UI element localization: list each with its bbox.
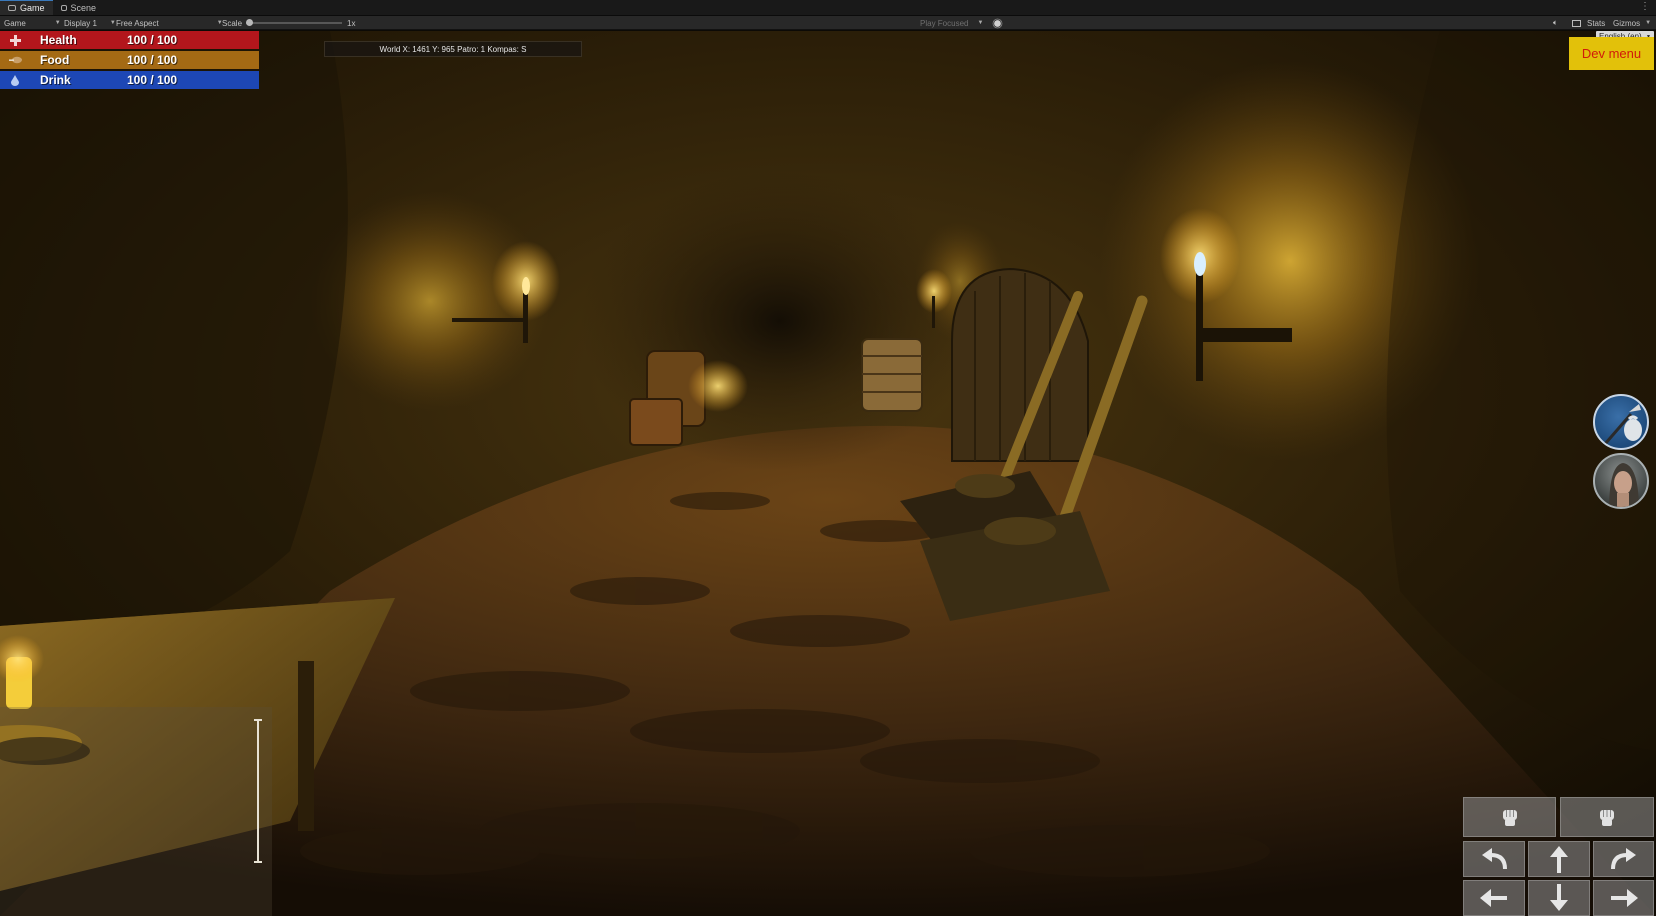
tab-game[interactable]: Game [0,0,53,15]
mode-dropdown[interactable]: Game ▼ [4,16,61,30]
scale-label: Scale [222,18,243,28]
more-options-icon[interactable]: ⋮ [1634,0,1656,15]
gizmos-dropdown[interactable]: Gizmos ▼ [1613,16,1651,30]
zoom-slider[interactable] [254,719,262,863]
scale-slider[interactable] [246,22,342,24]
turn-left-icon [1482,848,1507,870]
aspect-label: Free Aspect [116,18,159,28]
stats-button[interactable]: Stats [1587,16,1605,30]
mode-label: Game [4,18,26,28]
scale-slider-handle[interactable] [246,19,253,26]
drink-bar: Drink 100 / 100 [0,71,259,89]
fist-right-icon [1600,810,1614,826]
world-coordinates: World X: 1461 Y: 965 Patro: 1 Kompas: S [324,41,582,57]
drink-value: 100 / 100 [127,73,178,87]
frame-debugger-button[interactable] [1572,16,1581,30]
speaker-icon: 🔈︎ [1553,18,1558,27]
display-label: Display 1 [64,18,97,28]
plus-cross-icon [0,34,30,46]
health-label: Health [40,33,77,47]
game-viewport[interactable]: Health 100 / 100 Food 100 / 100 Drink 10… [0,31,1656,916]
strafe-right-button[interactable] [1593,880,1654,916]
left-hand-button[interactable] [1463,797,1556,837]
lighting-toggle[interactable] [993,16,1002,30]
sun-icon [994,19,1001,27]
play-mode-label: Play Focused [920,18,969,28]
move-back-button[interactable] [1528,880,1590,916]
chevron-down-icon: ▼ [54,20,61,26]
health-value: 100 / 100 [127,33,178,47]
right-hand-button[interactable] [1560,797,1654,837]
strafe-left-button[interactable] [1463,880,1525,916]
editor-tab-bar: Game Scene ⋮ [0,0,1656,16]
arrow-right-icon [1610,889,1638,907]
gizmos-label: Gizmos [1613,18,1641,28]
player-stats: Health 100 / 100 Food 100 / 100 Drink 10… [0,31,259,91]
food-bar: Food 100 / 100 [0,51,259,69]
mute-audio-button[interactable]: 🔈︎ [1553,16,1558,30]
tab-scene[interactable]: Scene [53,0,105,15]
tab-game-label: Game [20,3,45,13]
arrow-down-icon [1550,884,1568,911]
turn-right-icon [1610,848,1636,870]
display-dropdown[interactable]: Display 1 ▼ [64,16,116,30]
tool-item-button[interactable] [1593,394,1649,450]
drink-label: Drink [40,73,71,87]
turn-left-button[interactable] [1463,841,1525,877]
food-value: 100 / 100 [127,53,178,67]
meat-icon [0,56,30,65]
health-bar: Health 100 / 100 [0,31,259,49]
tab-scene-label: Scene [70,2,97,13]
chevron-down-icon: ▼ [109,20,116,26]
food-label: Food [40,53,70,67]
slider-line [257,719,259,863]
turn-right-button[interactable] [1593,841,1654,877]
dev-menu-button[interactable]: Dev menu [1569,37,1654,70]
water-drop-icon [0,74,30,86]
monitor-icon [1572,19,1581,27]
slider-cap-bottom [254,861,262,863]
chevron-down-icon: ▼ [1645,20,1652,26]
arrow-left-icon [1480,889,1507,907]
arrow-up-icon [1550,846,1568,873]
move-forward-button[interactable] [1528,841,1590,877]
scale-value: 1x [347,18,356,28]
aspect-dropdown[interactable]: Free Aspect ▼ [116,16,223,30]
log-panel [0,707,272,916]
grid-icon [60,4,67,11]
gamepad-icon [8,5,16,11]
game-view-toolbar: Game ▼ Display 1 ▼ Free Aspect ▼ Scale 1… [0,16,1656,30]
fist-left-icon [1502,810,1517,826]
chevron-down-icon: ▼ [977,20,984,26]
play-mode-dropdown[interactable]: Play Focused ▼ [920,16,983,30]
character-portrait-button[interactable] [1593,453,1649,509]
